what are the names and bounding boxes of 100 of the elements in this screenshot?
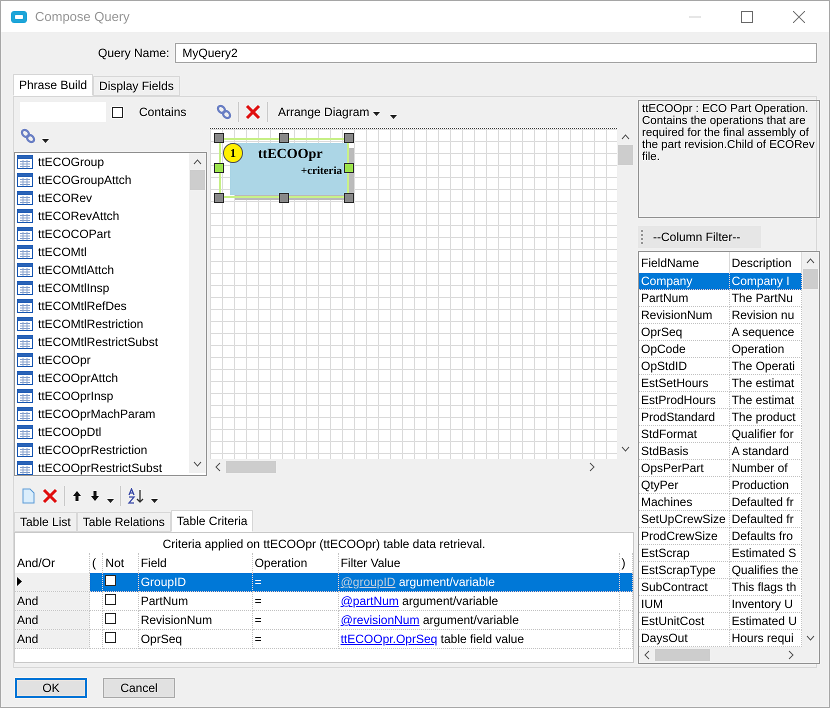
criteria-row[interactable]: And PartNum = @partNum argument/variable (15, 592, 632, 610)
field-row[interactable]: OpStdID The Operati (639, 358, 802, 374)
dialog-button[interactable]: Cancel (103, 678, 175, 698)
scrollbar[interactable] (802, 252, 819, 647)
field-row[interactable]: ProdCrewSize Defaults fro (639, 528, 802, 544)
selection-handle[interactable] (344, 133, 354, 143)
selection-handle[interactable] (214, 133, 224, 143)
field-row[interactable]: StdFormat Qualifier for (639, 426, 802, 442)
selection-handle[interactable] (279, 133, 289, 143)
sort-icon[interactable] (127, 488, 145, 504)
table-list-item[interactable]: ttECOGroupAttch (15, 171, 189, 189)
table-cell: StdFormat (641, 427, 698, 441)
criteria-row[interactable]: And RevisionNum = @revisionNum argument/variable (15, 610, 632, 630)
field-row[interactable]: OpCode Operation (639, 340, 802, 358)
table-cell: Defaulted fr (732, 495, 794, 509)
criteria-row[interactable]: GroupID = @groupID argument/variable (15, 573, 632, 592)
caret-icon[interactable] (151, 499, 158, 503)
field-row[interactable]: EstSetHours The estimat (639, 374, 802, 392)
table-list-item[interactable]: ttECOGroup (15, 153, 189, 171)
table-cell: SetUpCrewSize (641, 512, 726, 526)
checkbox[interactable] (112, 106, 123, 118)
field-row[interactable]: OpsPerPart Number of (639, 460, 802, 476)
table-list-item[interactable]: ttECOCOPart (15, 225, 189, 243)
checkbox[interactable] (105, 575, 116, 586)
arrange-diagram-button[interactable]: Arrange Diagram (274, 105, 384, 119)
field-row[interactable]: RevisionNum Revision nu (639, 306, 802, 324)
table-list-item[interactable]: ttECOMtlRefDes (15, 297, 189, 315)
down-arrow-icon[interactable] (89, 490, 101, 502)
diagram-canvas[interactable]: 1 ttECOOpr +criteria (210, 128, 617, 459)
field-row[interactable]: IUM Inventory U (639, 596, 802, 612)
table-cell: = (254, 575, 262, 589)
table-list-item[interactable]: ttECOMtlRestriction (15, 315, 189, 333)
new-document-icon[interactable] (20, 488, 36, 504)
selection-handle[interactable] (279, 193, 289, 203)
field-row[interactable]: SetUpCrewSize Defaulted fr (639, 510, 802, 528)
filter-value-link[interactable]: @revisionNum (340, 613, 420, 627)
table-list-item[interactable]: ttECOOprInsp (15, 387, 189, 405)
field-row[interactable]: StdBasis A standard (639, 442, 802, 460)
table-cell: RevisionNum (140, 613, 212, 627)
selection-handle[interactable] (344, 163, 354, 173)
criteria-row[interactable]: And OprSeq = ttECOOpr.OprSeq table field value (15, 630, 632, 648)
tab[interactable]: Table List (14, 512, 77, 532)
maximize-icon[interactable] (741, 10, 753, 22)
field-row[interactable]: EstScrap Estimated S (639, 544, 802, 562)
caret-icon[interactable] (390, 115, 397, 119)
table-list-item[interactable]: ttECOOprRestrictSubst (15, 459, 189, 477)
table-cell: ProdCrewSize (641, 529, 718, 543)
tab[interactable]: Display Fields (93, 76, 180, 96)
tab[interactable]: Table Criteria (170, 510, 254, 532)
checkbox[interactable] (105, 594, 116, 605)
field-row[interactable]: EstUnitCost Estimated U (639, 612, 802, 630)
caret-icon[interactable] (42, 139, 49, 143)
delete-icon[interactable] (245, 104, 261, 120)
table-icon (17, 227, 33, 241)
tab[interactable]: Table Relations (76, 512, 171, 532)
link-icon[interactable] (20, 128, 36, 144)
scrollbar[interactable] (639, 647, 819, 663)
filter-value-link[interactable]: ttECOOpr.OprSeq (340, 632, 438, 646)
field-row[interactable]: OprSeq A sequence (639, 324, 802, 340)
table-cell: OpCode (641, 342, 686, 356)
field-row[interactable]: ProdStandard The product (639, 408, 802, 426)
close-icon[interactable] (793, 10, 805, 22)
table-cell: The estimat (732, 376, 794, 390)
field-row[interactable]: EstScrapType Qualifies the (639, 562, 802, 578)
table-list-item[interactable]: ttECOOprAttch (15, 369, 189, 387)
field-row[interactable]: EstProdHours The estimat (639, 392, 802, 408)
field-label: Query Name: (98, 46, 170, 60)
checkbox[interactable] (105, 613, 116, 624)
table-list-item[interactable]: ttECOMtlRestrictSubst (15, 333, 189, 351)
field-row[interactable]: Machines Defaulted fr (639, 494, 802, 510)
table-list-item[interactable]: ttECOOprMachParam (15, 405, 189, 423)
caret-icon[interactable] (107, 499, 114, 503)
selection-handle[interactable] (214, 193, 224, 203)
link-icon[interactable] (216, 104, 232, 120)
tab[interactable]: Phrase Build (13, 74, 94, 96)
filter-value-link[interactable]: @partNum (340, 594, 399, 608)
table-list-item[interactable]: ttECORevAttch (15, 207, 189, 225)
table-cell: Machines (641, 495, 692, 509)
delete-icon[interactable] (42, 488, 58, 504)
scrollbar[interactable] (189, 153, 206, 473)
table-list-item[interactable]: ttECOOprRestriction (15, 441, 189, 459)
dialog-button[interactable]: OK (15, 678, 87, 698)
field-row[interactable]: PartNum The PartNu (639, 290, 802, 306)
up-arrow-icon[interactable] (71, 490, 83, 502)
table-list-item[interactable]: ttECOMtl (15, 243, 189, 261)
field-row[interactable]: SubContract This flags th (639, 578, 802, 596)
table-cell: EstProdHours (641, 393, 716, 407)
table-icon (17, 389, 33, 403)
table-list-item[interactable]: ttECOMtlAttch (15, 261, 189, 279)
field-row[interactable]: QtyPer Production (639, 476, 802, 494)
table-list-item[interactable]: ttECOMtlInsp (15, 279, 189, 297)
field-row[interactable]: Company Company I (639, 273, 802, 290)
table-list-item[interactable]: ttECORev (15, 189, 189, 207)
checkbox[interactable] (105, 632, 116, 643)
table-cell: Company (641, 274, 692, 288)
selection-handle[interactable] (344, 193, 354, 203)
table-list-item[interactable]: ttECOOpDtl (15, 423, 189, 441)
selection-handle[interactable] (214, 163, 224, 173)
query-name-field[interactable]: MyQuery2 (175, 43, 817, 63)
table-list-item[interactable]: ttECOOpr (15, 351, 189, 369)
